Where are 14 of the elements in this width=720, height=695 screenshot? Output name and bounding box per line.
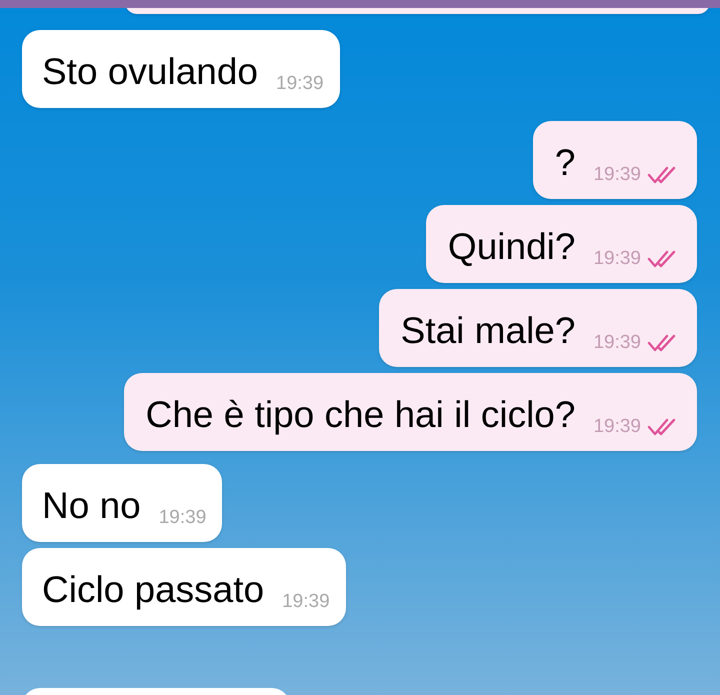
- message-time: 19:39: [276, 72, 324, 96]
- message-time: 19:39: [593, 246, 641, 271]
- message-text: Sto ovulando: [42, 50, 258, 94]
- message-time: 19:39: [593, 162, 641, 187]
- message-time: 19:39: [158, 506, 206, 530]
- message-text: Ciclo passato: [42, 568, 264, 612]
- message-text: Quindi?: [448, 225, 576, 269]
- message-text: ?: [554, 141, 576, 185]
- message-time: 19:39: [593, 414, 641, 439]
- message-time: 19:39: [593, 330, 641, 355]
- message-text: No no: [42, 484, 141, 528]
- message-time: 19:39: [282, 590, 330, 614]
- message-text: Stai male?: [400, 309, 576, 353]
- message-text: Che è tipo che hai il ciclo?: [146, 393, 576, 437]
